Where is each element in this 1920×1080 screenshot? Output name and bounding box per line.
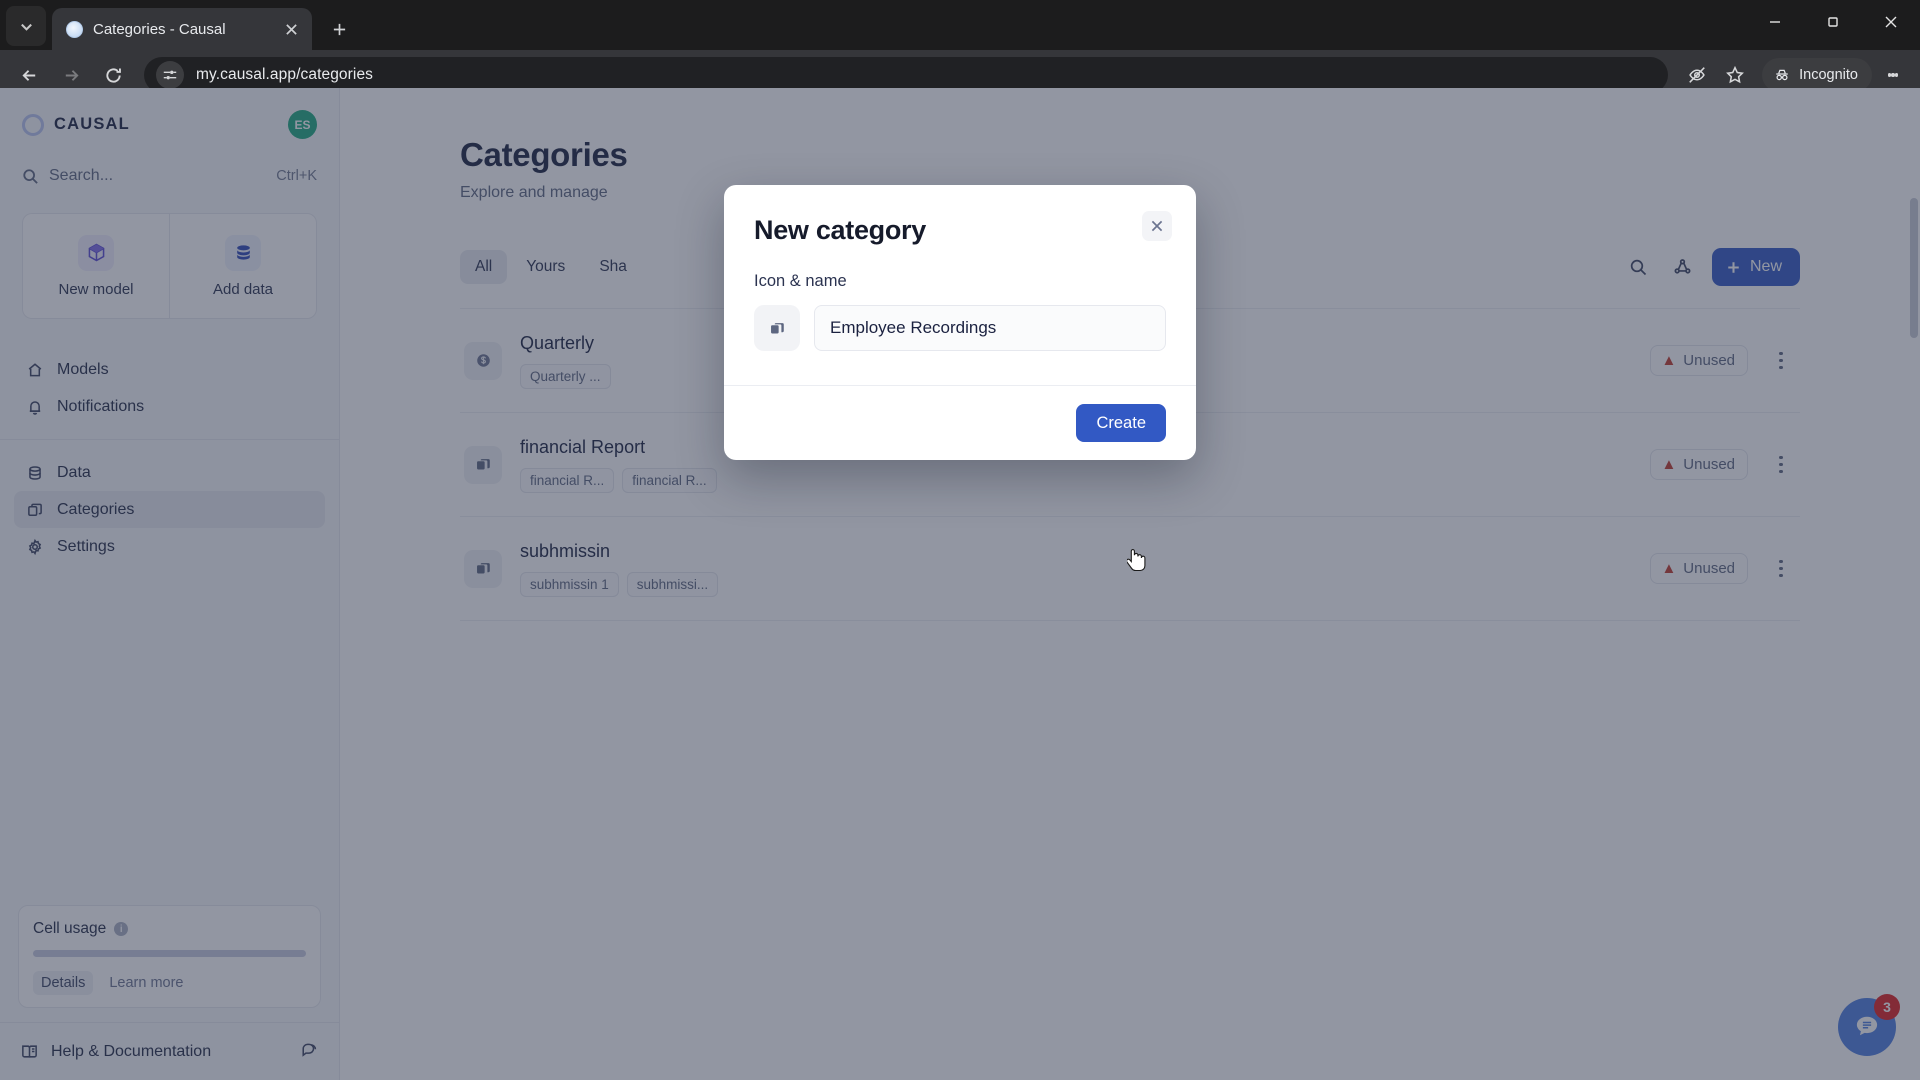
globe-icon: [66, 20, 83, 38]
maximize-icon[interactable]: [1804, 0, 1862, 44]
tune-icon[interactable]: [156, 61, 184, 89]
copy-icon: [770, 322, 784, 333]
category-name-input[interactable]: [814, 305, 1166, 351]
browser-menu-three-dot-menu-icon[interactable]: [1876, 58, 1910, 92]
address-bar-url: my.causal.app/categories: [196, 66, 374, 83]
new-tab-plus-icon[interactable]: [322, 12, 356, 46]
window-close-icon[interactable]: [1862, 0, 1920, 44]
create-button[interactable]: Create: [1076, 404, 1166, 442]
incognito-profile-chip[interactable]: Incognito: [1762, 58, 1872, 92]
browser-tab-title: Categories - Causal: [93, 20, 226, 38]
icon-and-name-label: Icon & name: [754, 272, 847, 290]
tab-close-icon[interactable]: [278, 16, 304, 42]
minimize-icon[interactable]: [1746, 0, 1804, 44]
web-page: CAUSAL ES Search... Ctrl+K: [0, 88, 1920, 1080]
close-icon[interactable]: [1142, 211, 1172, 241]
tab-search-chevron-down-icon[interactable]: [6, 6, 46, 46]
star-icon[interactable]: [1718, 58, 1752, 92]
eye-off-icon[interactable]: [1680, 58, 1714, 92]
incognito-label: Incognito: [1799, 67, 1858, 83]
icon-picker-button[interactable]: [754, 305, 800, 351]
modal-title: New category: [754, 215, 926, 245]
browser-window: Categories - Causal my.causal.app/catego…: [0, 0, 1920, 1080]
new-category-modal: New category Icon & name Employee Record…: [724, 185, 1196, 460]
browser-tabstrip: Categories - Causal: [0, 0, 1920, 50]
window-controls: [1746, 0, 1920, 44]
browser-tab[interactable]: Categories - Causal: [52, 8, 312, 50]
